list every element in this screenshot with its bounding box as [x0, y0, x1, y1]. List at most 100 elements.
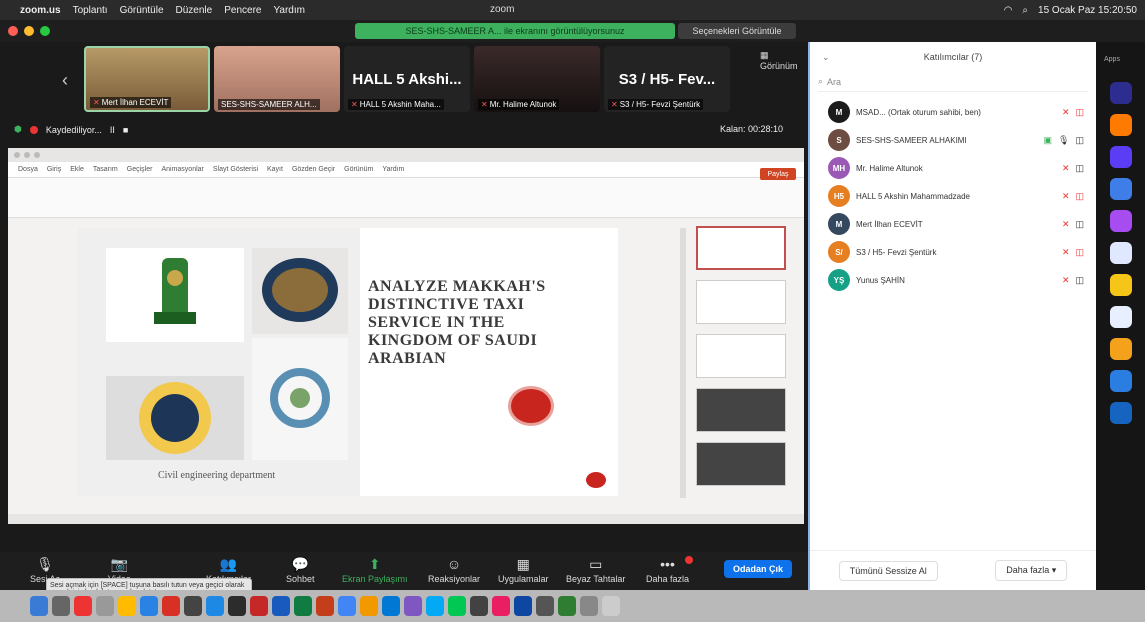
app-icon[interactable]	[492, 596, 510, 616]
participant-row[interactable]: M Mert İlhan ECEVİT ✕ ◫	[810, 210, 1096, 238]
app-icon[interactable]	[96, 596, 114, 616]
app-icon[interactable]	[1110, 306, 1132, 328]
app-icon[interactable]	[536, 596, 554, 616]
zoom-icon[interactable]	[140, 596, 158, 616]
app-icon[interactable]	[1110, 242, 1132, 264]
excel-icon[interactable]	[294, 596, 312, 616]
video-thumb-3[interactable]: HALL 5 Akshi... ✕ HALL 5 Akshin Maha...	[344, 46, 470, 112]
chat-button[interactable]: 💬 Sohbet	[286, 556, 315, 584]
app-icon[interactable]	[1110, 338, 1132, 360]
fullscreen-window-button[interactable]	[40, 26, 50, 36]
ppt-tab[interactable]: Ekle	[70, 166, 84, 173]
ppt-tab[interactable]: Animasyonlar	[161, 166, 203, 173]
app-icon[interactable]	[184, 596, 202, 616]
wifi-icon[interactable]: ◠	[1004, 5, 1013, 16]
word-icon[interactable]	[272, 596, 290, 616]
menu-item-toplanti[interactable]: Toplantı	[73, 5, 108, 16]
app-icon[interactable]	[1110, 114, 1132, 136]
menu-app-name[interactable]: zoom.us	[20, 5, 61, 16]
view-toggle[interactable]: ▦ Görünüm	[760, 50, 808, 71]
slide-thumb-3[interactable]	[696, 334, 786, 378]
ppt-tab[interactable]: Geçişler	[127, 166, 153, 173]
slide-thumb-5[interactable]	[696, 442, 786, 486]
menu-item-goruntule[interactable]: Görüntüle	[120, 5, 164, 16]
pause-recording-button[interactable]: II	[110, 125, 115, 135]
app-icon[interactable]	[206, 596, 224, 616]
participant-row[interactable]: M MSAD... (Ortak oturum sahibi, ben) ✕ ◫	[810, 98, 1096, 126]
video-thumb-5[interactable]: S3 / H5- Fev... ✕ S3 / H5- Fevzi Şentürk	[604, 46, 730, 112]
app-icon[interactable]	[1110, 210, 1132, 232]
slide-scrollbar[interactable]	[680, 228, 686, 498]
ppt-tab[interactable]: Dosya	[18, 166, 38, 173]
app-icon[interactable]	[382, 596, 400, 616]
ppt-tab[interactable]: Görünüm	[344, 166, 373, 173]
participant-row[interactable]: S/ S3 / H5- Fevzi Şentürk ✕ ◫	[810, 238, 1096, 266]
participants-search[interactable]: ⌕ Ara	[818, 72, 1088, 92]
trash-icon[interactable]	[602, 596, 620, 616]
menu-item-duzenle[interactable]: Düzenle	[176, 5, 213, 16]
powerpoint-icon[interactable]	[316, 596, 334, 616]
apps-button[interactable]: ▦ Uygulamalar	[498, 556, 549, 584]
video-thumb-2[interactable]: SES-SHS-SAMEER ALH...	[214, 46, 340, 112]
more-button[interactable]: ••• Daha fazla	[646, 556, 694, 584]
ppt-tab[interactable]: Yardım	[382, 166, 404, 173]
stop-recording-button[interactable]: ■	[123, 125, 128, 135]
participant-row[interactable]: S SES-SHS-SAMEER ALHAKIMI ▣ 🎙 ◫	[810, 126, 1096, 154]
whiteboards-button[interactable]: ▭ Beyaz Tahtalar	[566, 556, 625, 584]
app-icon[interactable]	[470, 596, 488, 616]
chevron-down-icon[interactable]: ⌄	[822, 52, 830, 63]
app-icon[interactable]	[1110, 370, 1132, 392]
app-icon[interactable]	[74, 596, 92, 616]
app-icon[interactable]	[404, 596, 422, 616]
video-thumb-1[interactable]: ✕ Mert İlhan ECEVİT	[84, 46, 210, 112]
ppt-tab[interactable]: Slayt Gösterisi	[213, 166, 258, 173]
app-icon[interactable]	[162, 596, 180, 616]
app-icon[interactable]	[514, 596, 532, 616]
finder-icon[interactable]	[30, 596, 48, 616]
app-icon[interactable]	[1110, 178, 1132, 200]
ppt-tab[interactable]: Giriş	[47, 166, 61, 173]
leave-meeting-button[interactable]: Odadan Çık	[724, 560, 792, 578]
app-icon[interactable]	[1110, 146, 1132, 168]
shared-screen[interactable]: Dosya Giriş Ekle Tasarım Geçişler Animas…	[8, 148, 804, 524]
close-window-button[interactable]	[8, 26, 18, 36]
app-icon[interactable]	[426, 596, 444, 616]
participant-row[interactable]: MH Mr. Halime Altunok ✕ ◫	[810, 154, 1096, 182]
slide-thumb-4[interactable]	[696, 388, 786, 432]
app-icon[interactable]	[558, 596, 576, 616]
app-icon[interactable]	[1110, 82, 1132, 104]
minimize-window-button[interactable]	[24, 26, 34, 36]
share-screen-button[interactable]: ⬆ Ekran Paylaşımı	[342, 556, 408, 584]
app-icon[interactable]	[448, 596, 466, 616]
ppt-share-button[interactable]: Paylaş	[760, 168, 796, 180]
launchpad-icon[interactable]	[52, 596, 70, 616]
app-icon[interactable]	[1110, 274, 1132, 296]
app-icon[interactable]	[360, 596, 378, 616]
clock[interactable]: 15 Ocak Paz 15:20:50	[1038, 5, 1137, 16]
ppt-tab[interactable]: Kayıt	[267, 166, 283, 173]
ppt-tab[interactable]: Tasarım	[93, 166, 118, 173]
more-options-button[interactable]: Daha fazla ▾	[995, 560, 1068, 581]
chevron-left-icon[interactable]: ‹	[62, 70, 68, 91]
slide-canvas[interactable]: Civil engineering department ANALYZE MAK…	[78, 228, 618, 496]
app-icon[interactable]	[118, 596, 136, 616]
slide-thumb-2[interactable]	[696, 280, 786, 324]
shield-icon[interactable]: ⬢	[14, 124, 22, 135]
slide-thumb-1[interactable]	[696, 226, 786, 270]
chrome-icon[interactable]	[338, 596, 356, 616]
app-icon[interactable]	[580, 596, 598, 616]
app-icon[interactable]	[250, 596, 268, 616]
view-options-button[interactable]: Seçenekleri Görüntüle	[678, 23, 796, 39]
red-dot	[586, 472, 606, 488]
menu-item-yardim[interactable]: Yardım	[273, 5, 305, 16]
app-icon[interactable]	[228, 596, 246, 616]
participant-row[interactable]: H5 HALL 5 Akshin Mahammadzade ✕ ◫	[810, 182, 1096, 210]
menu-item-pencere[interactable]: Pencere	[224, 5, 261, 16]
reactions-button[interactable]: ☺ Reaksiyonlar	[428, 556, 480, 584]
search-spotlight-icon[interactable]: ⌕	[1022, 5, 1028, 16]
video-thumb-4[interactable]: ✕ Mr. Halime Altunok	[474, 46, 600, 112]
participant-row[interactable]: YŞ Yunus ŞAHİN ✕ ◫	[810, 266, 1096, 294]
ppt-tab[interactable]: Gözden Geçir	[292, 166, 335, 173]
mute-all-button[interactable]: Tümünü Sessize Al	[838, 560, 938, 581]
app-icon[interactable]	[1110, 402, 1132, 424]
